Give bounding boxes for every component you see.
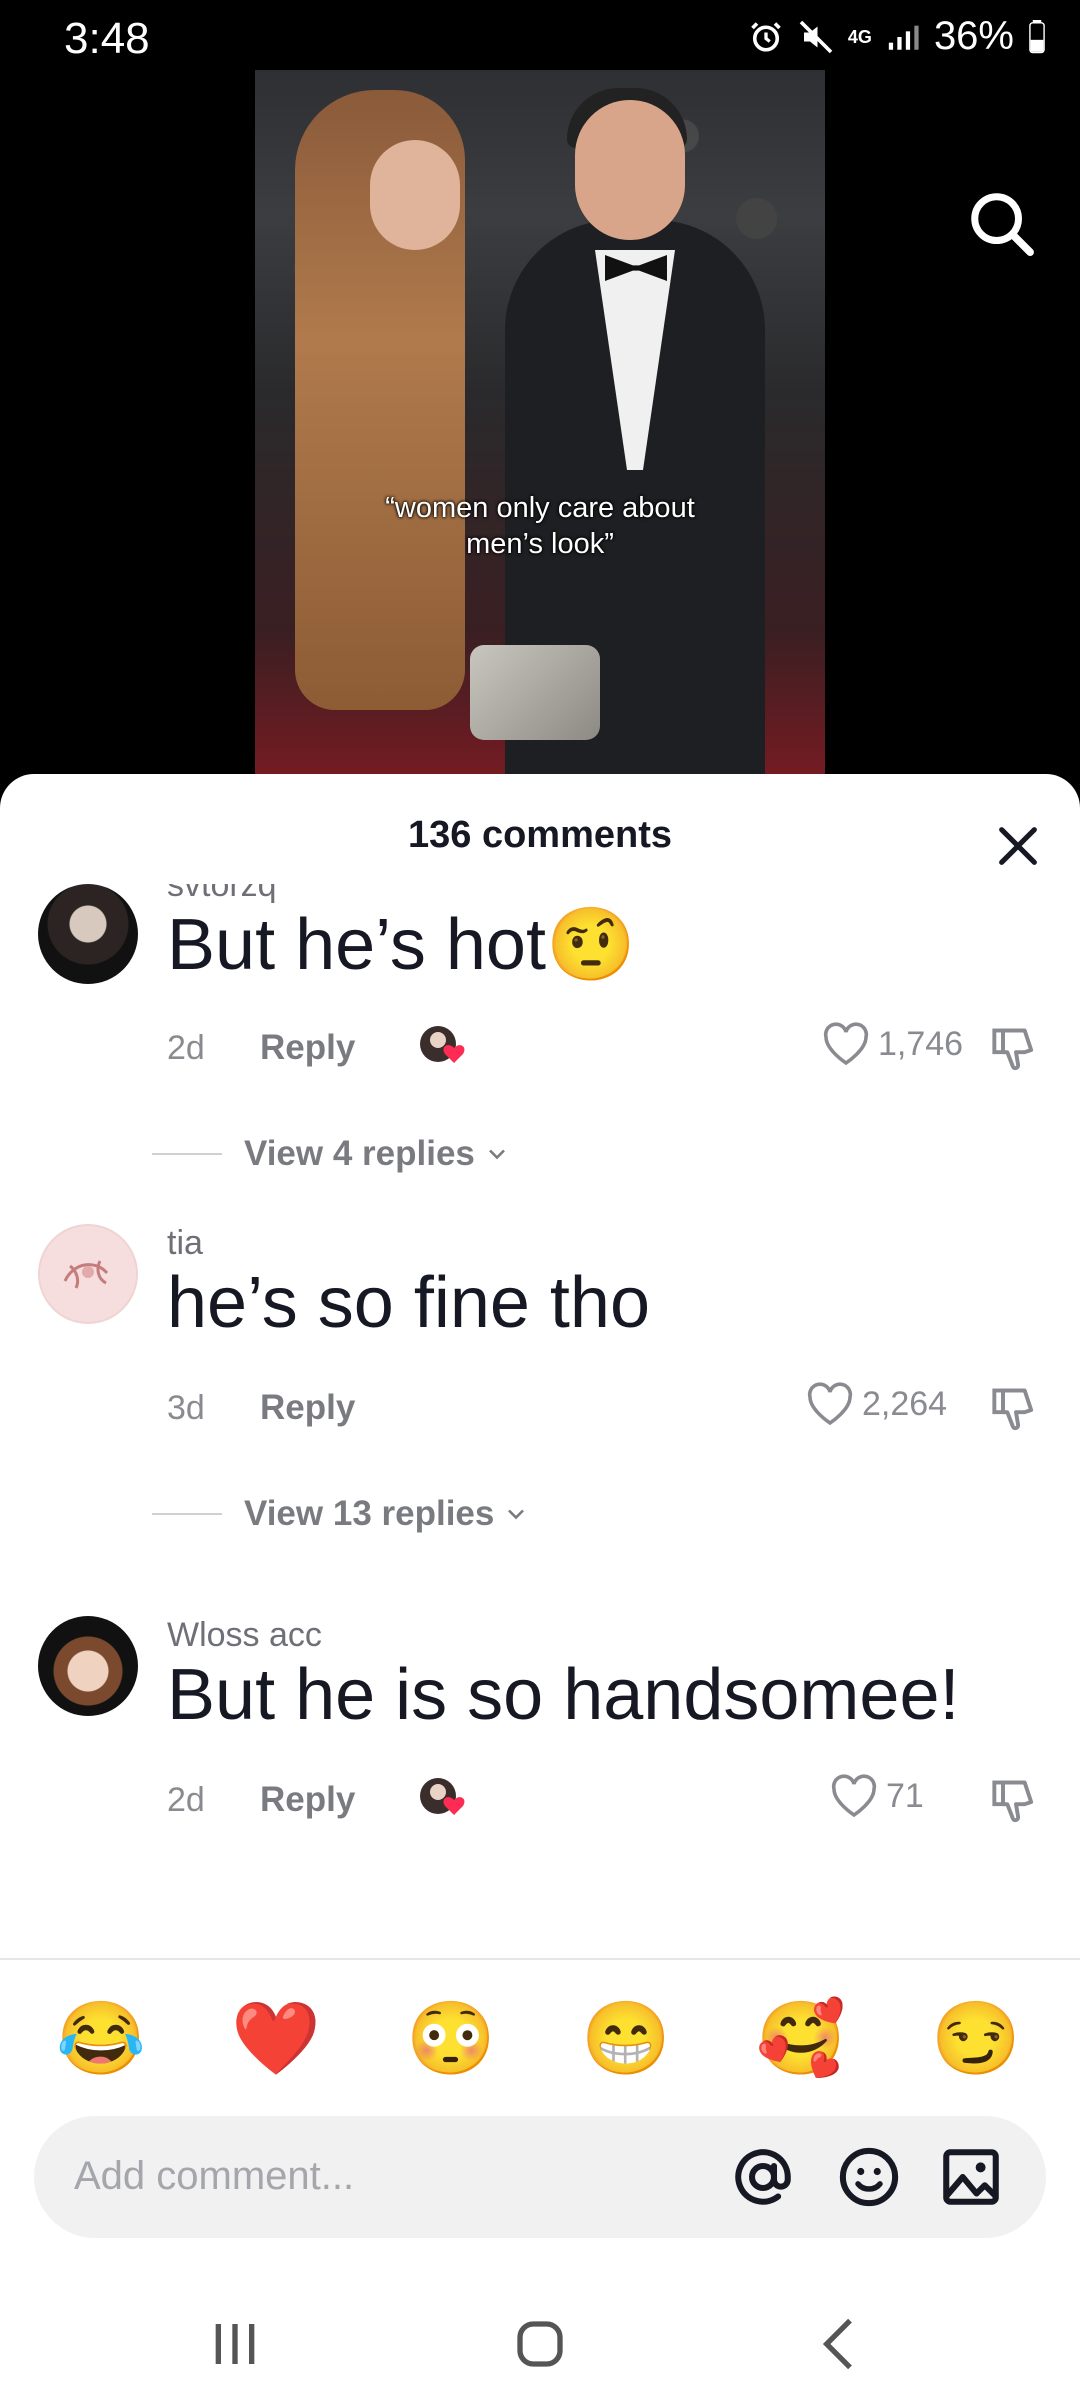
- close-icon[interactable]: [990, 818, 1046, 874]
- alarm-icon: [751, 21, 781, 52]
- status-bar: 3:48 4G 36%: [0, 0, 1080, 80]
- view-replies-button[interactable]: View 13 replies: [152, 1494, 530, 1534]
- mention-icon[interactable]: [730, 2144, 796, 2210]
- back-icon[interactable]: [800, 2304, 880, 2384]
- chevron-down-icon: [508, 1509, 525, 1520]
- like-count: 71: [886, 1776, 924, 1815]
- like-button[interactable]: 1,746: [822, 1022, 963, 1066]
- quick-emoji-row: 😂 ❤️ 😳 😁 🥰 😏: [0, 1994, 1080, 2084]
- video-caption: “women only care about men’s look”: [255, 490, 825, 562]
- like-count: 2,264: [862, 1384, 948, 1423]
- comment-item: svtorzq But he’s hot🤨 2d Reply 1,746 Vie…: [0, 884, 1080, 1184]
- search-icon[interactable]: [966, 188, 1036, 258]
- view-replies-button[interactable]: View 4 replies: [152, 1134, 511, 1174]
- emoji-smiling-hearts-button[interactable]: 🥰: [756, 1994, 846, 2084]
- reply-button[interactable]: Reply: [260, 1028, 355, 1068]
- system-nav-bar: [0, 2290, 1080, 2400]
- video-frame[interactable]: “women only care about men’s look”: [255, 70, 825, 790]
- avatar[interactable]: [38, 884, 138, 984]
- creator-liked-icon: [420, 1026, 465, 1063]
- comment-username[interactable]: tia: [167, 1224, 203, 1263]
- avatar[interactable]: [38, 1224, 138, 1324]
- avatar-illustration: [63, 1260, 109, 1289]
- heart-outline-icon: [807, 1382, 853, 1426]
- dislike-icon[interactable]: [990, 1384, 1042, 1436]
- man-face: [575, 100, 685, 240]
- clutch-bag: [470, 645, 600, 740]
- battery-icon: [1029, 19, 1045, 53]
- dislike-icon[interactable]: [990, 1776, 1042, 1828]
- heart-outline-icon: [823, 1022, 869, 1066]
- add-comment-input[interactable]: Add comment...: [74, 2154, 354, 2199]
- emoji-heart-button[interactable]: ❤️: [231, 1994, 321, 2084]
- dislike-icon[interactable]: [990, 1024, 1042, 1076]
- video-player[interactable]: “women only care about men’s look”: [0, 70, 1080, 790]
- emoji-icon[interactable]: [836, 2144, 902, 2210]
- composer-divider: [0, 1958, 1080, 1960]
- reply-button[interactable]: Reply: [260, 1388, 355, 1428]
- mute-icon: [799, 20, 833, 53]
- view-replies-label: View 13 replies: [244, 1494, 495, 1533]
- heart-outline-icon: [831, 1774, 877, 1818]
- comments-header: 136 comments: [0, 774, 1080, 884]
- avatar[interactable]: [38, 1616, 138, 1716]
- comment-text: But he’s hot🤨: [167, 905, 636, 985]
- comment-item: tia he’s so fine tho 3d Reply 2,264 View…: [0, 1224, 1080, 1533]
- comments-list[interactable]: svtorzq But he’s hot🤨 2d Reply 1,746 Vie…: [0, 884, 1080, 1954]
- view-replies-label: View 4 replies: [244, 1134, 475, 1173]
- recent-apps-icon[interactable]: [195, 2304, 275, 2384]
- status-icons: 4G 36%: [748, 14, 1046, 59]
- home-icon[interactable]: [500, 2304, 580, 2384]
- comment-age: 3d: [167, 1389, 205, 1427]
- comments-sheet: 136 comments svtorzq But he’s hot🤨 2d Re…: [0, 774, 1080, 2400]
- emoji-grin-button[interactable]: 😁: [581, 1994, 671, 2084]
- battery-text: 36%: [933, 14, 1014, 58]
- creator-liked-icon: [420, 1778, 465, 1815]
- comment-composer[interactable]: Add comment...: [34, 2116, 1046, 2238]
- like-button[interactable]: 2,264: [806, 1382, 947, 1426]
- emoji-tears-of-joy-button[interactable]: 😂: [56, 1994, 146, 2084]
- chevron-down-icon: [488, 1149, 505, 1160]
- comment-age: 2d: [167, 1781, 205, 1819]
- like-count: 1,746: [878, 1024, 964, 1063]
- caption-line-1: “women only care about: [385, 492, 695, 524]
- like-button[interactable]: 71: [830, 1774, 924, 1818]
- comment-username[interactable]: Wloss acc: [167, 1616, 322, 1655]
- emoji-flushed-button[interactable]: 😳: [406, 1994, 496, 2084]
- replies-divider-line: [152, 1153, 222, 1155]
- woman-face: [370, 140, 460, 250]
- comment-text: he’s so fine tho: [167, 1263, 651, 1343]
- caption-line-2: men’s look”: [466, 528, 614, 560]
- reply-button[interactable]: Reply: [260, 1780, 355, 1820]
- replies-divider-line: [152, 1513, 222, 1515]
- signal-icon: [888, 25, 919, 50]
- status-time: 3:48: [64, 14, 150, 63]
- image-icon[interactable]: [938, 2144, 1004, 2210]
- comment-item: Wloss acc But he is so handsomee! 2d Rep…: [0, 1616, 1080, 1916]
- comment-text: But he is so handsomee!: [167, 1655, 960, 1735]
- network-4g-icon: 4G: [847, 26, 872, 47]
- comments-count-title: 136 comments: [407, 814, 672, 856]
- comment-age: 2d: [167, 1029, 205, 1067]
- emoji-smirk-button[interactable]: 😏: [931, 1994, 1021, 2084]
